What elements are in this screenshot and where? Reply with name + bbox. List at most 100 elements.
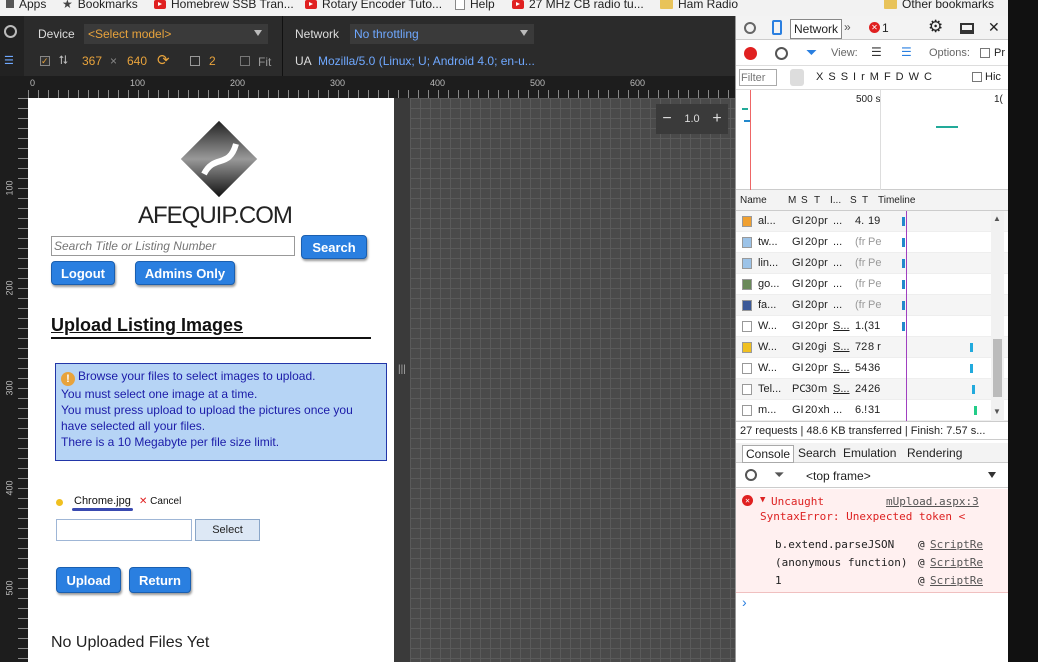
zoom-out-button[interactable]: − [662, 110, 671, 128]
filter-type-list[interactable]: XSSIrMFDWC [816, 71, 937, 83]
tab-rendering[interactable]: Rendering [907, 446, 962, 460]
frame-select[interactable]: <top frame> [806, 469, 871, 483]
width-field[interactable]: 367 [82, 54, 102, 68]
cell-t: pr [818, 257, 828, 269]
scrollbar[interactable]: ▲ ▼ [991, 211, 1004, 421]
col-type[interactable]: T [814, 195, 830, 206]
expand-triangle-icon[interactable]: ▼ [760, 495, 765, 505]
scale-field[interactable]: 2 [209, 54, 216, 68]
search-button[interactable]: Search [301, 235, 367, 259]
ruler-label: 400 [4, 480, 15, 496]
bookmark-ham-radio[interactable]: Ham Radio [660, 0, 738, 11]
height-field[interactable]: 640 [127, 54, 147, 68]
cell-m: GI [792, 404, 804, 416]
search-input[interactable] [51, 236, 295, 256]
col-status[interactable]: S [801, 195, 814, 206]
error-count[interactable]: 1 [882, 21, 889, 35]
media-query-icon[interactable]: ☰ [4, 54, 14, 67]
bookmark-help[interactable]: Help [455, 0, 495, 11]
logout-button[interactable]: Logout [51, 261, 115, 285]
bookmark-homebrew[interactable]: Homebrew SSB Tran... [154, 0, 294, 11]
filter-icon[interactable]: ⏷ [774, 467, 784, 483]
waterfall-view-icon[interactable]: ☰ [901, 45, 912, 59]
file-path-field[interactable] [56, 519, 192, 541]
col-time[interactable]: T [862, 195, 878, 206]
inspect-icon[interactable] [744, 22, 756, 34]
ua-field[interactable]: Mozilla/5.0 (Linux; U; Android 4.0; en-u… [318, 54, 535, 68]
table-row[interactable]: al... GI 20 pr... 4. 19 [736, 211, 1008, 232]
filter-input[interactable] [739, 69, 777, 86]
col-timeline[interactable]: Timeline [878, 195, 915, 206]
settings-gear-icon[interactable]: ⚙ [928, 17, 943, 37]
network-select[interactable]: No throttling [350, 24, 534, 44]
stack-at: @ [918, 538, 925, 551]
error-source-link[interactable]: mUpload.aspx:3 [886, 495, 979, 508]
admins-only-button[interactable]: Admins Only [135, 261, 235, 285]
col-method[interactable]: M [788, 195, 801, 206]
chevron-down-icon[interactable] [988, 472, 996, 478]
bookmark-cb-radio[interactable]: 27 MHz CB radio tu... [512, 0, 644, 11]
clear-icon[interactable] [775, 47, 788, 60]
overview-bar [744, 120, 750, 122]
close-icon[interactable]: ✕ [988, 19, 1000, 36]
cancel-link[interactable]: ✕ Cancel [139, 496, 181, 507]
info-line: You must press upload to upload the pict… [61, 403, 353, 433]
cell-sz: 54 [855, 362, 868, 374]
fit-checkbox[interactable] [240, 56, 250, 66]
scale-icon [190, 56, 200, 66]
bookmark-bookmarks[interactable]: ★ Bookmarks [62, 0, 138, 11]
bookmark-rotary[interactable]: Rotary Encoder Tuto... [305, 0, 442, 11]
table-row[interactable]: lin... GI 20 pr... (fr Pe [736, 253, 1008, 274]
clear-console-icon[interactable] [745, 469, 757, 481]
resource-type-icon [742, 278, 752, 290]
tab-emulation[interactable]: Emulation [843, 446, 896, 460]
tab-console[interactable]: Console [742, 445, 795, 463]
col-name[interactable]: Name [736, 195, 788, 206]
cell-sz: (fr [855, 299, 866, 311]
resize-handle[interactable]: ||| [394, 98, 410, 662]
resolution-checkbox[interactable]: ✓ [40, 56, 50, 66]
table-row[interactable]: tw... GI 20 pr... (fr Pe [736, 232, 1008, 253]
filter-all-toggle[interactable] [790, 69, 804, 86]
tab-search[interactable]: Search [798, 446, 836, 460]
return-button[interactable]: Return [129, 567, 191, 593]
device-mode-icon[interactable] [772, 20, 782, 35]
stack-link[interactable]: ScriptRe [930, 574, 983, 587]
table-row[interactable]: W... GI 20 pr S... 1.(31 [736, 316, 1008, 337]
zoom-in-button[interactable]: + [712, 110, 721, 128]
table-row[interactable]: go... GI 20 pr... (fr Pe [736, 274, 1008, 295]
more-tabs-icon[interactable]: » [844, 20, 851, 34]
ruler-label: 500 [4, 580, 15, 596]
list-view-icon[interactable]: ☰ [871, 45, 882, 59]
page-icon [455, 0, 465, 10]
upload-button[interactable]: Upload [56, 567, 121, 593]
table-row[interactable]: fa... GI 20 pr... (fr Pe [736, 295, 1008, 316]
col-initiator[interactable]: I... [830, 195, 850, 206]
console-prompt[interactable]: › [742, 594, 747, 610]
tab-network[interactable]: Network [790, 19, 843, 39]
select-button[interactable]: Select [195, 519, 260, 541]
stack-link[interactable]: ScriptRe [930, 556, 983, 569]
bookmark-other[interactable]: Other bookmarks [884, 0, 994, 11]
bookmark-apps[interactable]: Apps [6, 0, 46, 11]
scrollbar-thumb[interactable] [993, 339, 1002, 397]
rotate-icon[interactable]: ⟳ [157, 51, 170, 69]
scroll-up-icon[interactable]: ▲ [993, 214, 1001, 223]
device-select[interactable]: <Select model> [84, 24, 268, 44]
swap-dimensions-icon[interactable]: ⮁ [58, 53, 68, 68]
preserve-log-checkbox[interactable] [980, 48, 990, 58]
record-icon[interactable] [744, 47, 757, 60]
table-row[interactable]: W... GI 20 gi S... 72 8 r [736, 337, 1008, 358]
stack-link[interactable]: ScriptRe [930, 538, 983, 551]
table-row[interactable]: m... GI 20 xh... 6.! 31 [736, 400, 1008, 421]
stack-at: @ [918, 556, 925, 569]
table-row[interactable]: W... GI 20 pr S... 54 36 [736, 358, 1008, 379]
hide-data-urls-checkbox[interactable] [972, 72, 982, 82]
dock-icon[interactable] [960, 23, 974, 34]
col-size[interactable]: S [850, 195, 862, 206]
filter-icon[interactable]: ⏷ [806, 44, 817, 61]
network-rows: al... GI 20 pr... 4. 19 tw... GI 20 pr... (fr Pe lin… [736, 211, 1008, 421]
table-row[interactable]: Tel... PC30m S... 2426 [736, 379, 1008, 400]
no-entry-icon[interactable] [4, 25, 17, 38]
scroll-down-icon[interactable]: ▼ [993, 407, 1001, 416]
